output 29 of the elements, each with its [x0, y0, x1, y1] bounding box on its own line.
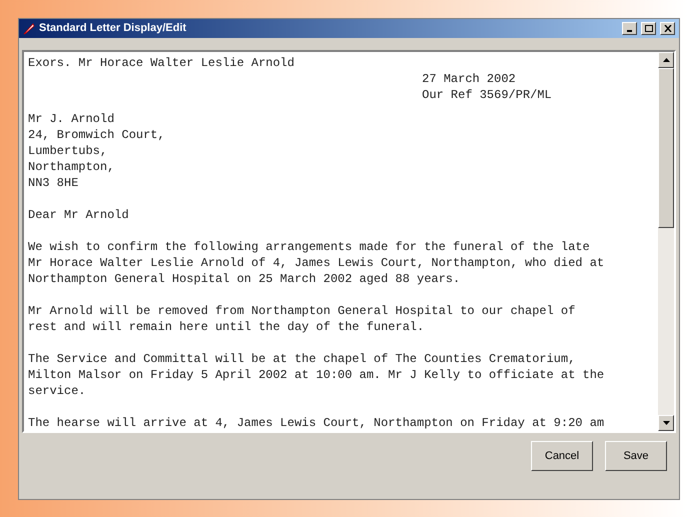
minimize-button[interactable]	[622, 22, 637, 35]
letter-paragraph: The Service and Committal will be at the chapel of The Counties Crematorium, Milton Malsor on Friday 5 April 2002 at 10:00 am. Mr J Kelly to officiate at the service.	[28, 351, 606, 399]
scroll-up-button[interactable]	[658, 52, 674, 68]
letter-reference-line: 27 March 2002	[422, 71, 517, 87]
window-title: Standard Letter Display/Edit	[39, 21, 188, 36]
close-icon	[664, 25, 672, 32]
address-line: 24, Bromwich Court,	[28, 127, 166, 143]
address-line: NN3 8HE	[28, 175, 80, 191]
address-line: Northampton,	[28, 159, 116, 175]
address-line: Mr J. Arnold	[28, 111, 116, 127]
up-arrow-icon	[662, 58, 670, 62]
scrollbar[interactable]	[658, 52, 674, 431]
letter-reference-line: Our Ref 3569/PR/ML	[422, 87, 553, 103]
scroll-thumb[interactable]	[658, 68, 674, 228]
letter-paragraph: Mr Arnold will be removed from Northampton General Hospital to our chapel of rest and will remain here until the day of the funeral.	[28, 303, 576, 335]
address-line: Lumbertubs,	[28, 143, 108, 159]
save-button[interactable]: Save	[605, 441, 667, 471]
salutation: Dear Mr Arnold	[28, 207, 130, 223]
feather-icon	[23, 22, 35, 34]
down-arrow-icon	[662, 421, 670, 425]
letter-text-area[interactable]	[22, 50, 676, 433]
letter-heading: Exors. Mr Horace Walter Leslie Arnold	[28, 55, 296, 71]
maximize-button[interactable]	[641, 22, 656, 35]
cancel-button[interactable]: Cancel	[531, 441, 593, 471]
letter-paragraph: The hearse will arrive at 4, James Lewis Court, Northampton on Friday at 9:20 am	[28, 415, 606, 431]
letter-paragraph: We wish to confirm the following arrangements made for the funeral of the late Mr Horace Walter Leslie Arnold of 4, James Lewis Court, Northampton, who died at Northampton General Hospital on 25 March 2002 aged 88 years.	[28, 239, 606, 287]
close-button[interactable]	[660, 22, 675, 35]
maximize-icon	[644, 25, 652, 32]
scroll-down-button[interactable]	[658, 415, 674, 431]
